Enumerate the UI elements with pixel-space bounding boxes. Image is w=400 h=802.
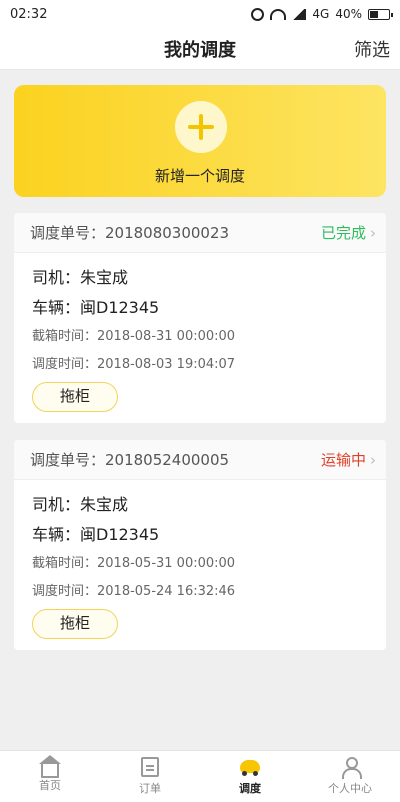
alarm-icon	[251, 7, 265, 21]
dispatch-card-body: 司机：朱宝成 车辆：闽D12345 截箱时间：2018-08-31 00:00:…	[14, 253, 386, 379]
tab-profile[interactable]: 个人中心	[300, 751, 400, 802]
dispatch-card[interactable]: 调度单号：2018080300023 已完成 › 司机：朱宝成 车辆：闽D123…	[14, 213, 386, 423]
page-title: 我的调度	[164, 40, 236, 61]
home-icon	[39, 755, 61, 778]
add-dispatch-label: 新增一个调度	[154, 167, 245, 185]
tow-container-button[interactable]: 拖柜	[32, 609, 118, 639]
add-dispatch-card[interactable]: 新增一个调度	[14, 85, 386, 197]
tab-label: 调度	[239, 782, 261, 795]
status-bar: 02:32 4G 40%	[0, 0, 400, 28]
status-icons: 4G 40%	[251, 7, 393, 21]
dispatch-card[interactable]: 调度单号：2018052400005 运输中 › 司机：朱宝成 车辆：闽D123…	[14, 440, 386, 650]
bottom-tab-bar: 首页 订单 调度 个人中心	[0, 750, 400, 802]
add-dispatch-button[interactable]	[175, 101, 227, 153]
tab-orders[interactable]: 订单	[100, 751, 200, 802]
tow-container-button[interactable]: 拖柜	[32, 382, 118, 412]
dispatch-order-number: 调度单号：2018080300023	[30, 224, 230, 242]
dispatch-status[interactable]: 已完成 ›	[321, 222, 376, 243]
status-time: 02:32	[10, 6, 48, 22]
dispatch-card-body: 司机：朱宝成 车辆：闽D12345 截箱时间：2018-05-31 00:00:…	[14, 480, 386, 606]
signal-icon	[292, 8, 307, 20]
dispatch-time-field: 调度时间：2018-08-03 19:04:07	[32, 357, 236, 372]
network-type: 4G	[312, 7, 330, 21]
dispatch-card-header[interactable]: 调度单号：2018052400005 运输中 ›	[14, 440, 386, 480]
battery-icon	[368, 8, 393, 20]
vehicle-field: 车辆：闽D12345	[32, 298, 160, 317]
tab-label: 首页	[39, 779, 61, 792]
dispatch-order-number: 调度单号：2018052400005	[30, 451, 230, 469]
cutoff-time-field: 截箱时间：2018-05-31 00:00:00	[32, 556, 236, 571]
tab-label: 订单	[139, 782, 161, 795]
dispatch-status-label: 运输中	[320, 451, 366, 469]
header: 我的调度 筛选	[0, 28, 400, 70]
dispatch-card-header[interactable]: 调度单号：2018080300023 已完成 ›	[14, 213, 386, 253]
vehicle-field: 车辆：闽D12345	[32, 525, 160, 544]
tab-dispatch[interactable]: 调度	[200, 751, 300, 802]
driver-field: 司机：朱宝成	[32, 268, 129, 287]
chevron-right-icon: ›	[370, 223, 376, 242]
tab-home[interactable]: 首页	[0, 751, 100, 802]
cutoff-time-field: 截箱时间：2018-08-31 00:00:00	[32, 329, 236, 344]
plus-icon	[188, 114, 214, 140]
chevron-right-icon: ›	[370, 450, 376, 469]
dispatch-time-field: 调度时间：2018-05-24 16:32:46	[32, 584, 236, 599]
dispatch-icon	[237, 757, 263, 777]
order-icon	[141, 757, 159, 777]
dispatch-status[interactable]: 运输中 ›	[321, 449, 376, 470]
filter-button[interactable]: 筛选	[354, 36, 390, 62]
battery-level: 40%	[335, 7, 362, 21]
wifi-icon	[270, 8, 287, 20]
user-icon	[341, 757, 362, 779]
driver-field: 司机：朱宝成	[32, 495, 129, 514]
dispatch-status-label: 已完成	[320, 224, 366, 242]
tab-label: 个人中心	[328, 782, 372, 795]
